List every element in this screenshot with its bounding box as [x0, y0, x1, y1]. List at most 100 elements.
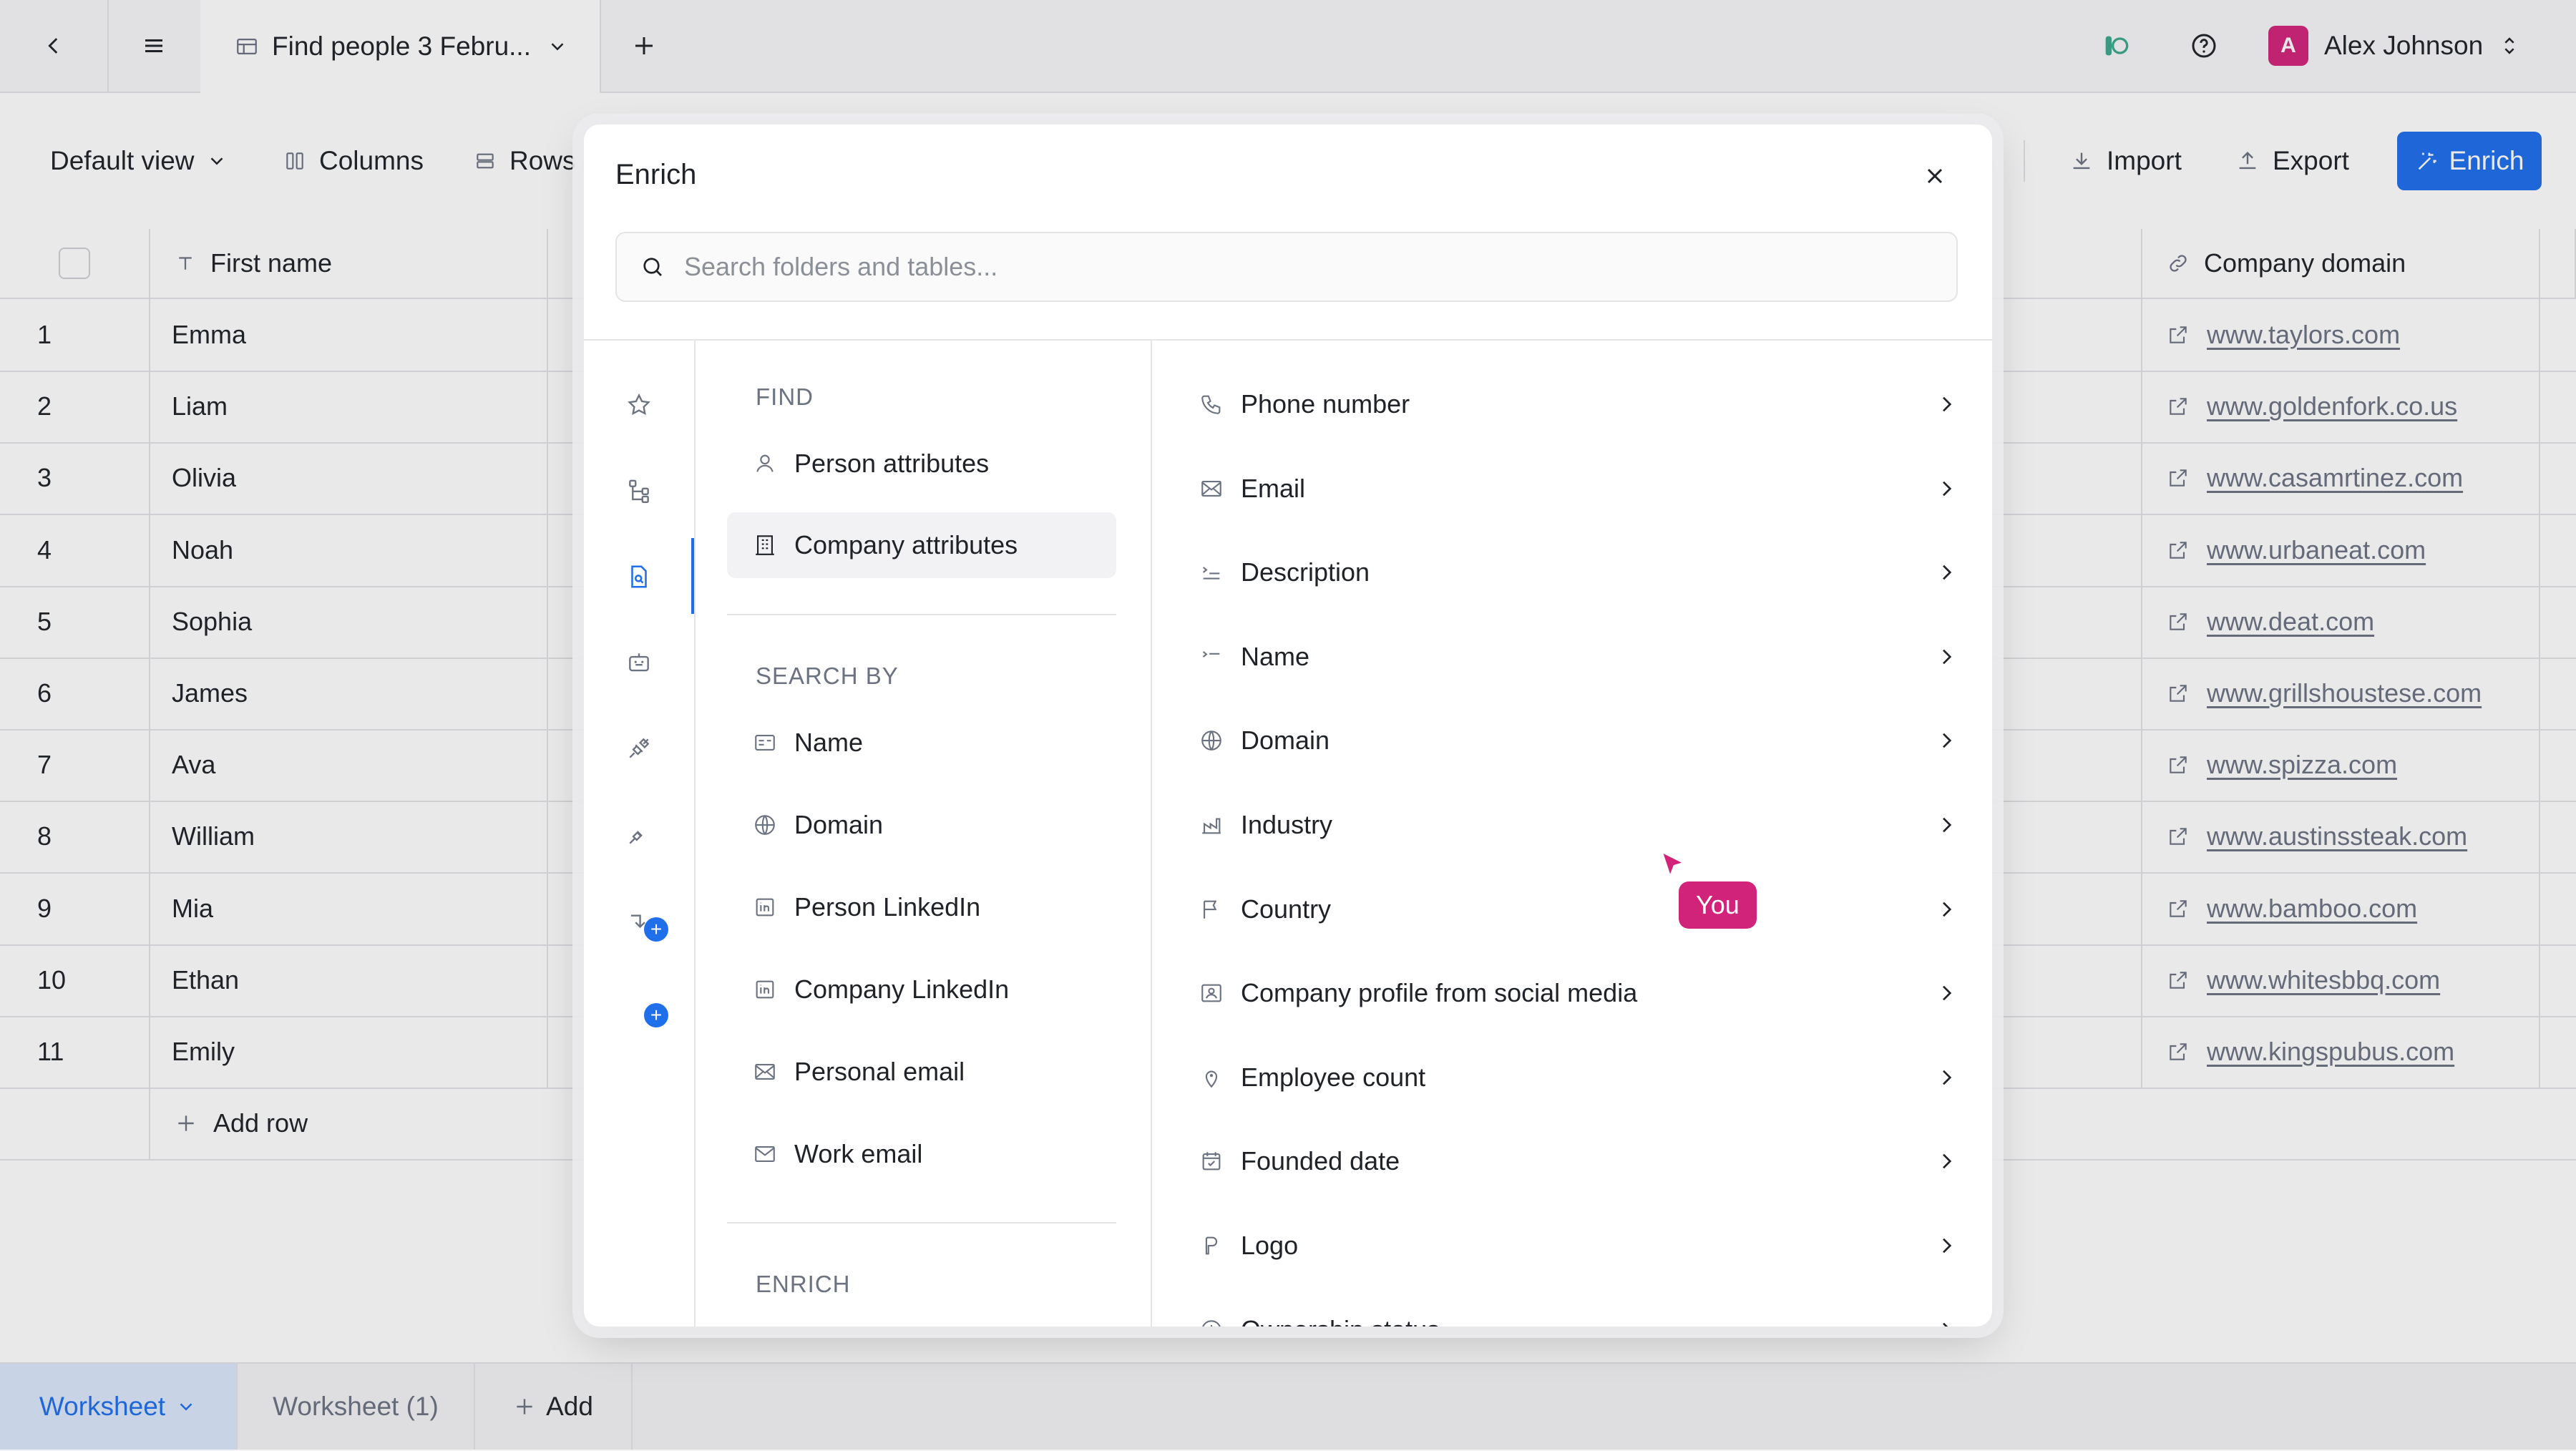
tree-icon: [629, 479, 649, 504]
attribute-option-label: Name: [1241, 641, 1310, 671]
globe-icon: [755, 815, 775, 835]
logo-icon: [1205, 1236, 1218, 1255]
chevron-right-icon: [1943, 481, 1952, 496]
plug-icon: [629, 831, 643, 844]
search-by-work-email[interactable]: Work email: [727, 1121, 1116, 1187]
mail-icon: [755, 1064, 775, 1080]
close-button[interactable]: [1922, 163, 1948, 189]
description-icon: [1202, 567, 1220, 580]
attribute-option[interactable]: Email: [1199, 456, 1958, 521]
linkedin-icon: [756, 898, 774, 917]
chevron-right-icon: [1943, 733, 1952, 748]
close-icon: [1927, 168, 1943, 184]
find-item-label: Person attributes: [794, 449, 990, 478]
arrow-down-right-icon: [630, 914, 645, 929]
attribute-option[interactable]: Description: [1199, 540, 1958, 605]
collaborator-cursor-icon: [1659, 849, 1690, 884]
collaborator-label: You: [1679, 881, 1757, 929]
section-separator: [727, 614, 1116, 615]
person-icon: [756, 454, 774, 472]
rail-add-integration[interactable]: [584, 806, 694, 863]
attribute-option-label: Industry: [1241, 810, 1333, 839]
find-heading: FIND: [756, 383, 814, 410]
search-by-domain[interactable]: Domain: [727, 792, 1116, 858]
search-by-label: Name: [794, 728, 864, 757]
location-pin-icon: [1205, 1070, 1218, 1088]
attribute-option[interactable]: Logo: [1199, 1213, 1958, 1278]
find-person-attributes[interactable]: Person attributes: [727, 431, 1116, 497]
chevron-right-icon: [1943, 649, 1952, 665]
attribute-option[interactable]: Phone number: [1199, 372, 1958, 436]
mail-icon: [1201, 480, 1221, 497]
search-by-personal-email[interactable]: Personal email: [727, 1039, 1116, 1105]
plug-icon: [629, 738, 650, 758]
category-rail: + +: [584, 341, 696, 1327]
robot-icon: [629, 653, 649, 672]
modal-title: Enrich: [615, 159, 697, 190]
attribute-option-label: Founded date: [1241, 1146, 1400, 1176]
rail-active-indicator: [691, 538, 694, 614]
attribute-option[interactable]: Founded date: [1199, 1129, 1958, 1193]
section-separator: [727, 1222, 1116, 1223]
attribute-option[interactable]: Domain: [1199, 708, 1958, 773]
search-by-label: Personal email: [794, 1057, 965, 1086]
search-by-company-linkedin[interactable]: Company LinkedIn: [727, 957, 1116, 1022]
attribute-option[interactable]: Name: [1199, 625, 1958, 689]
attribute-option[interactable]: Ownership status: [1199, 1298, 1958, 1327]
flag-icon: [1204, 900, 1217, 919]
linkedin-icon: [756, 980, 774, 999]
attribute-option-label: Employee count: [1241, 1062, 1426, 1092]
chevron-right-icon: [1943, 817, 1952, 833]
chevron-right-icon: [1943, 1070, 1952, 1085]
find-company-attributes[interactable]: Company attributes: [727, 512, 1116, 578]
rail-ai[interactable]: [584, 634, 694, 691]
ownership-icon: [1201, 1319, 1221, 1327]
search-by-label: Company LinkedIn: [794, 974, 1010, 1004]
chevron-right-icon: [1943, 1322, 1948, 1327]
calendar-icon: [1202, 1152, 1221, 1171]
industry-icon: [1202, 818, 1221, 834]
chevron-right-icon: [1943, 396, 1952, 412]
rail-favorites[interactable]: [584, 376, 694, 434]
rail-integrations[interactable]: [584, 720, 694, 777]
attribute-option-label: Description: [1241, 557, 1370, 587]
find-item-label: Company attributes: [794, 530, 1018, 560]
search-by-label: Work email: [794, 1139, 923, 1168]
search-by-label: Domain: [794, 810, 884, 839]
star-icon: [628, 393, 650, 416]
attribute-option[interactable]: Employee count: [1199, 1045, 1958, 1110]
search-by-person-linkedin[interactable]: Person LinkedIn: [727, 874, 1116, 940]
chevron-right-icon: [1943, 565, 1952, 580]
attribute-option[interactable]: Industry: [1199, 793, 1958, 857]
attribute-option-label: Ownership status: [1241, 1315, 1440, 1327]
chevron-right-icon: [1943, 1154, 1952, 1169]
search-box: [615, 232, 1958, 302]
document-search-icon: [631, 565, 647, 588]
attribute-option-label: Domain: [1241, 726, 1330, 756]
attribute-categories: FIND Person attributes Company attribute…: [696, 341, 1152, 1327]
attribute-option-label: Country: [1241, 894, 1332, 924]
search-input[interactable]: [683, 251, 1902, 283]
search-icon: [643, 258, 662, 276]
search-by-label: Person LinkedIn: [794, 892, 981, 922]
attribute-option-label: Company profile from social media: [1241, 978, 1638, 1008]
chevron-right-icon: [1943, 1238, 1952, 1254]
search-by-name[interactable]: Name: [727, 710, 1116, 776]
attribute-option-label: Phone number: [1241, 389, 1410, 419]
attribute-option[interactable]: Company profile from social media: [1199, 961, 1958, 1025]
name-icon: [1202, 650, 1220, 658]
building-icon: [756, 535, 774, 555]
phone-icon: [1201, 395, 1221, 414]
chevron-right-icon: [1943, 902, 1952, 917]
attribute-option[interactable]: Country: [1199, 877, 1958, 942]
profile-card-icon: [1201, 984, 1221, 1002]
rail-workflows[interactable]: [584, 462, 694, 519]
enrich-heading: ENRICH: [756, 1271, 851, 1297]
rail-enrich-active[interactable]: [584, 548, 694, 605]
attribute-option-label: Email: [1241, 473, 1306, 503]
rail-add-step[interactable]: [584, 891, 694, 949]
add-badge-icon: +: [644, 1003, 668, 1027]
mail-icon: [755, 1146, 775, 1162]
id-card-icon: [755, 735, 775, 751]
search-by-heading: SEARCH BY: [756, 663, 899, 689]
